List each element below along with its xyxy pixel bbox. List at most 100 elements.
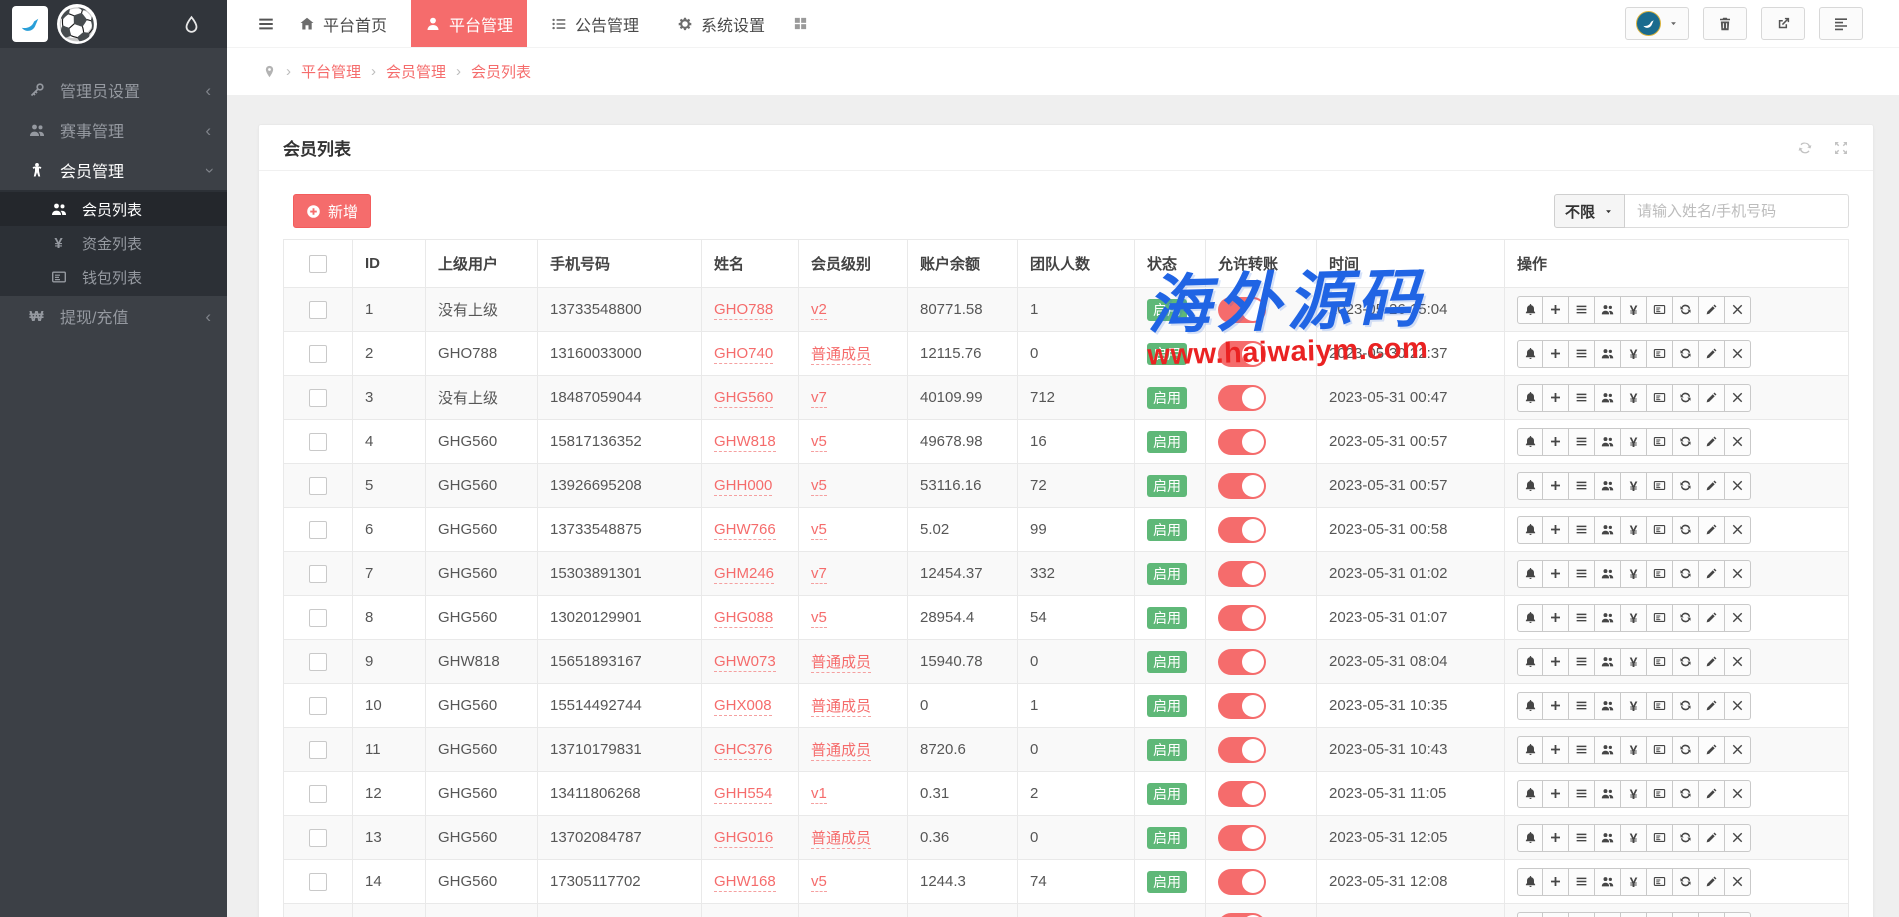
- hamburger-menu-icon[interactable]: [257, 0, 275, 47]
- action-bars-button[interactable]: [1569, 472, 1595, 500]
- action-yen-button[interactable]: ¥: [1621, 604, 1647, 632]
- action-users-button[interactable]: [1595, 384, 1621, 412]
- action-card-button[interactable]: [1647, 692, 1673, 720]
- action-pencil-button[interactable]: [1699, 868, 1725, 896]
- action-bars-button[interactable]: [1569, 296, 1595, 324]
- action-bars-button[interactable]: [1569, 736, 1595, 764]
- breadcrumb-link-member-management[interactable]: 会员管理: [386, 61, 446, 82]
- grid-menu-icon[interactable]: [793, 0, 808, 47]
- member-name-link[interactable]: GHO740: [714, 345, 773, 364]
- transfer-toggle[interactable]: [1218, 869, 1266, 895]
- action-bell-button[interactable]: [1517, 560, 1543, 588]
- row-checkbox[interactable]: [309, 389, 327, 407]
- action-close-button[interactable]: [1725, 824, 1751, 852]
- row-checkbox[interactable]: [309, 609, 327, 627]
- row-checkbox[interactable]: [309, 785, 327, 803]
- action-recycle-button[interactable]: [1673, 340, 1699, 368]
- action-card-button[interactable]: [1647, 516, 1673, 544]
- action-bars-button[interactable]: [1569, 560, 1595, 588]
- action-pencil-button[interactable]: [1699, 824, 1725, 852]
- member-name-link[interactable]: GHW168: [714, 873, 776, 892]
- action-plus-button[interactable]: [1543, 912, 1569, 917]
- transfer-toggle[interactable]: [1218, 341, 1266, 367]
- member-name-link[interactable]: GHG016: [714, 829, 773, 848]
- action-users-button[interactable]: [1595, 340, 1621, 368]
- action-bars-button[interactable]: [1569, 384, 1595, 412]
- action-recycle-button[interactable]: [1673, 736, 1699, 764]
- action-card-button[interactable]: [1647, 472, 1673, 500]
- action-users-button[interactable]: [1595, 472, 1621, 500]
- action-pencil-button[interactable]: [1699, 692, 1725, 720]
- sidebar-item-member-list[interactable]: 会员列表: [0, 192, 227, 226]
- nav-item-platform-management[interactable]: 平台管理: [411, 0, 527, 47]
- action-close-button[interactable]: [1725, 428, 1751, 456]
- action-pencil-button[interactable]: [1699, 560, 1725, 588]
- action-plus-button[interactable]: [1543, 516, 1569, 544]
- row-checkbox[interactable]: [309, 301, 327, 319]
- action-card-button[interactable]: [1647, 648, 1673, 676]
- breadcrumb-link-member-list[interactable]: 会员列表: [471, 61, 531, 82]
- member-name-link[interactable]: GHM246: [714, 565, 774, 584]
- transfer-toggle[interactable]: [1218, 737, 1266, 763]
- action-plus-button[interactable]: [1543, 340, 1569, 368]
- action-pencil-button[interactable]: [1699, 736, 1725, 764]
- member-name-link[interactable]: GHH000: [714, 477, 772, 496]
- member-level-link[interactable]: v5: [811, 477, 827, 496]
- action-pencil-button[interactable]: [1699, 516, 1725, 544]
- member-level-link[interactable]: 普通成员: [811, 742, 871, 761]
- action-bell-button[interactable]: [1517, 340, 1543, 368]
- action-bars-button[interactable]: [1569, 604, 1595, 632]
- transfer-toggle[interactable]: [1218, 473, 1266, 499]
- action-bars-button[interactable]: [1569, 824, 1595, 852]
- member-name-link[interactable]: GHG088: [714, 609, 773, 628]
- transfer-toggle[interactable]: [1218, 781, 1266, 807]
- action-bell-button[interactable]: [1517, 648, 1543, 676]
- nav-item-announcement-management[interactable]: 公告管理: [537, 0, 653, 47]
- action-recycle-button[interactable]: [1673, 560, 1699, 588]
- action-yen-button[interactable]: ¥: [1621, 472, 1647, 500]
- action-bell-button[interactable]: [1517, 780, 1543, 808]
- sidebar-item-funds-list[interactable]: ¥ 资金列表: [0, 226, 227, 260]
- action-plus-button[interactable]: [1543, 692, 1569, 720]
- action-recycle-button[interactable]: [1673, 692, 1699, 720]
- member-level-link[interactable]: v5: [811, 873, 827, 892]
- action-bell-button[interactable]: [1517, 296, 1543, 324]
- action-bars-button[interactable]: [1569, 516, 1595, 544]
- action-close-button[interactable]: [1725, 384, 1751, 412]
- action-users-button[interactable]: [1595, 428, 1621, 456]
- sidebar-item-event-management[interactable]: 赛事管理 ‹: [0, 110, 227, 150]
- avatar-dropdown-button[interactable]: [1625, 7, 1689, 40]
- expand-icon[interactable]: [1833, 140, 1849, 156]
- action-card-button[interactable]: [1647, 604, 1673, 632]
- filter-dropdown-button[interactable]: 不限: [1554, 194, 1625, 228]
- action-plus-button[interactable]: [1543, 428, 1569, 456]
- transfer-toggle[interactable]: [1218, 649, 1266, 675]
- action-close-button[interactable]: [1725, 296, 1751, 324]
- row-checkbox[interactable]: [309, 741, 327, 759]
- action-bars-button[interactable]: [1569, 780, 1595, 808]
- action-yen-button[interactable]: ¥: [1621, 736, 1647, 764]
- action-recycle-button[interactable]: [1673, 868, 1699, 896]
- breadcrumb-link-platform-management[interactable]: 平台管理: [301, 61, 361, 82]
- select-all-checkbox[interactable]: [309, 255, 327, 273]
- action-users-button[interactable]: [1595, 560, 1621, 588]
- action-close-button[interactable]: [1725, 340, 1751, 368]
- action-users-button[interactable]: [1595, 912, 1621, 917]
- action-users-button[interactable]: [1595, 692, 1621, 720]
- transfer-toggle[interactable]: [1218, 385, 1266, 411]
- member-level-link[interactable]: v7: [811, 389, 827, 408]
- member-level-link[interactable]: 普通成员: [811, 654, 871, 673]
- trash-button[interactable]: [1703, 7, 1747, 40]
- action-close-button[interactable]: [1725, 648, 1751, 676]
- member-name-link[interactable]: GHO788: [714, 301, 773, 320]
- add-member-button[interactable]: 新增: [293, 194, 371, 228]
- action-card-button[interactable]: [1647, 736, 1673, 764]
- external-link-button[interactable]: [1761, 7, 1805, 40]
- member-level-link[interactable]: v2: [811, 301, 827, 320]
- action-users-button[interactable]: [1595, 824, 1621, 852]
- action-recycle-button[interactable]: [1673, 780, 1699, 808]
- action-recycle-button[interactable]: [1673, 824, 1699, 852]
- action-card-button[interactable]: [1647, 428, 1673, 456]
- action-bars-button[interactable]: [1569, 428, 1595, 456]
- transfer-toggle[interactable]: [1218, 517, 1266, 543]
